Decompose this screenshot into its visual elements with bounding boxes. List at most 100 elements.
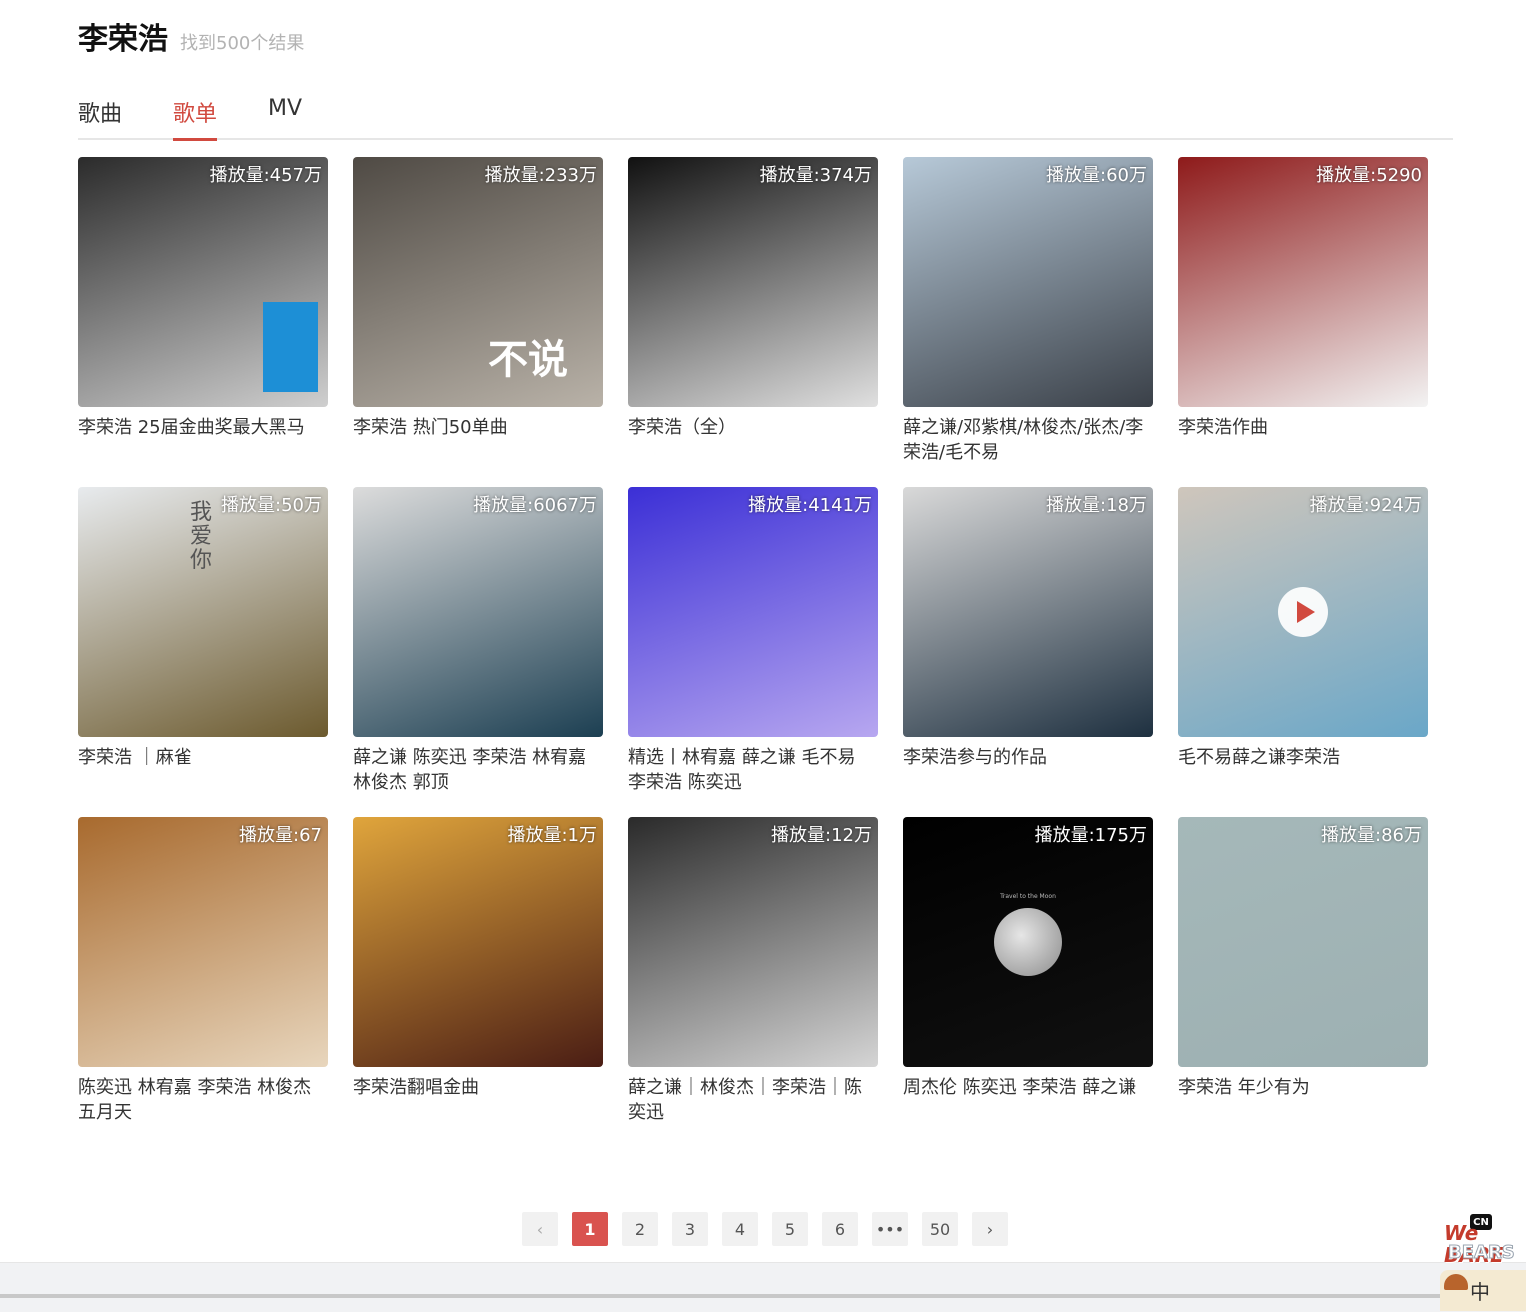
playlist-title[interactable]: 李荣浩（全）	[628, 415, 878, 440]
pagination-page[interactable]: 4	[722, 1212, 758, 1246]
playlist-cover[interactable]: 播放量:18万	[903, 487, 1153, 737]
playlist-title[interactable]: 陈奕迅 林宥嘉 李荣浩 林俊杰 五月天	[78, 1075, 328, 1125]
result-count: 找到500个结果	[180, 33, 305, 54]
mascot-widget[interactable]: CN We BARE BEARS 中	[1440, 1214, 1526, 1311]
search-query: 李荣浩	[78, 22, 168, 57]
cover-art-text: 不说	[488, 337, 568, 383]
tab-songs[interactable]: 歌曲	[78, 96, 122, 138]
playlist-cover[interactable]: 播放量:1万	[353, 817, 603, 1067]
mascot-logo-line2: BEARS	[1448, 1242, 1516, 1264]
play-count: 播放量:67	[239, 825, 322, 846]
playlist-cover[interactable]: 我爱你 播放量:50万	[78, 487, 328, 737]
playlist-card[interactable]: 不说 播放量:233万李荣浩 热门50单曲	[353, 157, 603, 440]
language-label: 中	[1470, 1280, 1490, 1304]
play-count: 播放量:457万	[209, 165, 322, 186]
cover-suit	[903, 487, 1153, 737]
playlist-card[interactable]: 播放量:4141万精选丨林宥嘉 薛之谦 毛不易 李荣浩 陈奕迅	[628, 487, 878, 795]
play-count: 播放量:50万	[221, 495, 322, 516]
playlist-card[interactable]: Travel to the Moon 播放量:175万周杰伦 陈奕迅 李荣浩 薛之…	[903, 817, 1153, 1100]
cover-gold-stage	[353, 817, 603, 1067]
playlist-title[interactable]: 周杰伦 陈奕迅 李荣浩 薛之谦	[903, 1075, 1153, 1100]
cover-bw-hands	[628, 157, 878, 407]
playlist-card[interactable]: 我爱你 播放量:50万李荣浩 ｜麻雀	[78, 487, 328, 770]
playlist-cover[interactable]: 播放量:374万	[628, 157, 878, 407]
pagination-page[interactable]: 6	[822, 1212, 858, 1246]
cover-room-lamp	[353, 487, 603, 737]
playlist-title[interactable]: 李荣浩参与的作品	[903, 745, 1153, 770]
result-tabs: 歌曲 歌单 MV	[78, 96, 1453, 141]
tab-mv[interactable]: MV	[268, 96, 302, 131]
pagination-ellipsis[interactable]: •••	[872, 1212, 908, 1246]
playlist-card[interactable]: 播放量:86万李荣浩 年少有为	[1178, 817, 1428, 1100]
play-count: 播放量:175万	[1034, 825, 1147, 846]
footer-scrollbar	[0, 1294, 1526, 1298]
playlist-card[interactable]: 播放量:12万薛之谦｜林俊杰｜李荣浩｜陈奕迅	[628, 817, 878, 1125]
playlist-cover[interactable]: 播放量:86万	[1178, 817, 1428, 1067]
playlist-card[interactable]: 播放量:924万毛不易薛之谦李荣浩	[1178, 487, 1428, 770]
play-count: 播放量:6067万	[473, 495, 597, 516]
cover-anime-bw	[628, 817, 878, 1067]
playlist-cover[interactable]: 播放量:457万	[78, 157, 328, 407]
playlist-card[interactable]: 播放量:67 陈奕迅 林宥嘉 李荣浩 林俊杰 五月天	[78, 817, 328, 1125]
pagination-page[interactable]: 2	[622, 1212, 658, 1246]
pagination-page[interactable]: 1	[572, 1212, 608, 1246]
playlist-card[interactable]: 播放量:60万薛之谦/邓紫棋/林俊杰/张杰/李荣浩/毛不易	[903, 157, 1153, 465]
search-header: 李荣浩 找到500个结果	[78, 14, 304, 58]
play-icon[interactable]	[1278, 587, 1328, 637]
playlist-cover[interactable]: 播放量:12万	[628, 817, 878, 1067]
footer	[0, 1262, 1526, 1312]
playlist-cover[interactable]: 播放量:924万	[1178, 487, 1428, 737]
play-count: 播放量:4141万	[748, 495, 872, 516]
pagination-next-icon[interactable]: ›	[972, 1212, 1008, 1246]
pagination-page[interactable]: 3	[672, 1212, 708, 1246]
playlist-title[interactable]: 李荣浩翻唱金曲	[353, 1075, 603, 1100]
tab-playlists[interactable]: 歌单	[173, 96, 218, 141]
play-count: 播放量:233万	[484, 165, 597, 186]
playlist-title[interactable]: 薛之谦 陈奕迅 李荣浩 林宥嘉 林俊杰 郭顶	[353, 745, 603, 795]
playlist-cover[interactable]: Travel to the Moon 播放量:175万	[903, 817, 1153, 1067]
playlist-card[interactable]: 播放量:1万李荣浩翻唱金曲	[353, 817, 603, 1100]
cover-art-text: 我爱你	[190, 500, 213, 573]
play-count: 播放量:924万	[1309, 495, 1422, 516]
playlist-cover[interactable]: 播放量:67	[78, 817, 328, 1067]
playlist-title[interactable]: 李荣浩 25届金曲奖最大黑马	[78, 415, 328, 440]
cover-art-text: Travel to the Moon	[1000, 893, 1056, 900]
playlist-cover[interactable]: 播放量:60万	[903, 157, 1153, 407]
play-count: 播放量:1万	[507, 825, 597, 846]
playlist-title[interactable]: 薛之谦｜林俊杰｜李荣浩｜陈奕迅	[628, 1075, 878, 1125]
play-count: 播放量:12万	[771, 825, 872, 846]
playlist-cover[interactable]: 不说 播放量:233万	[353, 157, 603, 407]
cover-blue-stage	[628, 487, 878, 737]
moon-icon	[994, 908, 1062, 976]
cover-snow-book	[903, 157, 1153, 407]
play-count: 播放量:86万	[1321, 825, 1422, 846]
playlist-title[interactable]: 薛之谦/邓紫棋/林俊杰/张杰/李荣浩/毛不易	[903, 415, 1153, 465]
play-count: 播放量:60万	[1046, 165, 1147, 186]
cover-sky-branch	[1178, 817, 1428, 1067]
playlist-card[interactable]: 播放量:6067万薛之谦 陈奕迅 李荣浩 林宥嘉 林俊杰 郭顶	[353, 487, 603, 795]
cover-red-couple	[1178, 157, 1428, 407]
play-count: 播放量:18万	[1046, 495, 1147, 516]
mushroom-icon	[1444, 1274, 1468, 1290]
playlist-cover[interactable]: 播放量:5290	[1178, 157, 1428, 407]
playlist-title[interactable]: 精选丨林宥嘉 薛之谦 毛不易 李荣浩 陈奕迅	[628, 745, 878, 795]
playlist-card[interactable]: 播放量:5290 李荣浩作曲	[1178, 157, 1428, 440]
playlist-card[interactable]: 播放量:18万李荣浩参与的作品	[903, 487, 1153, 770]
playlist-card[interactable]: 播放量:374万李荣浩（全）	[628, 157, 878, 440]
cover-hug	[78, 817, 328, 1067]
play-count: 播放量:5290	[1316, 165, 1422, 186]
playlist-title[interactable]: 李荣浩 年少有为	[1178, 1075, 1428, 1100]
playlist-title[interactable]: 李荣浩 ｜麻雀	[78, 745, 328, 770]
playlist-cover[interactable]: 播放量:4141万	[628, 487, 878, 737]
language-toggle[interactable]: 中	[1440, 1270, 1526, 1311]
playlist-cover[interactable]: 播放量:6067万	[353, 487, 603, 737]
pagination-page[interactable]: 50	[922, 1212, 958, 1246]
playlist-card[interactable]: 播放量:457万李荣浩 25届金曲奖最大黑马	[78, 157, 328, 440]
cover-album-art	[263, 302, 318, 392]
pagination-page[interactable]: 5	[772, 1212, 808, 1246]
playlist-title[interactable]: 李荣浩作曲	[1178, 415, 1428, 440]
playlist-title[interactable]: 李荣浩 热门50单曲	[353, 415, 603, 440]
playlist-title[interactable]: 毛不易薛之谦李荣浩	[1178, 745, 1428, 770]
play-count: 播放量:374万	[759, 165, 872, 186]
pagination-prev-icon[interactable]: ‹	[522, 1212, 558, 1246]
